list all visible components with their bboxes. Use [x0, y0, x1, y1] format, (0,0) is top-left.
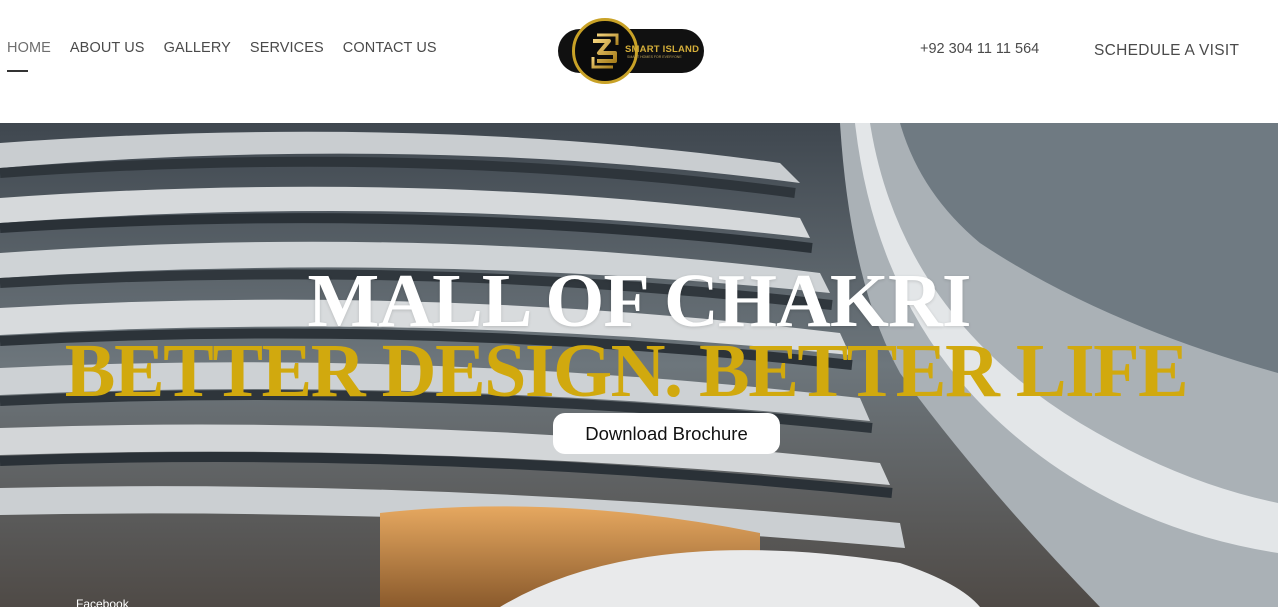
- nav-item-about-us[interactable]: ABOUT US: [70, 40, 145, 56]
- nav-item-home[interactable]: HOME: [7, 40, 51, 72]
- nav-item-contact-us[interactable]: CONTACT US: [343, 40, 437, 56]
- site-header: HOME ABOUT US GALLERY SERVICES CONTACT U…: [0, 0, 1278, 123]
- site-logo[interactable]: SMART ISLAND SMART HOMES FOR EVERYONE: [558, 18, 704, 84]
- logo-name: SMART ISLAND: [625, 44, 700, 55]
- schedule-visit-button[interactable]: SCHEDULE A VISIT: [1094, 42, 1239, 60]
- download-brochure-button[interactable]: Download Brochure: [553, 413, 780, 454]
- main-nav: HOME ABOUT US GALLERY SERVICES CONTACT U…: [7, 40, 456, 72]
- social-link-facebook[interactable]: Facebook: [76, 597, 129, 607]
- phone-number[interactable]: +92 304 11 11 564: [920, 41, 1039, 57]
- nav-item-services[interactable]: SERVICES: [250, 40, 324, 56]
- hero-subtitle: BETTER DESIGN. BETTER LIFE: [64, 329, 1189, 413]
- hero-banner: MALL OF CHAKRI BETTER DESIGN. BETTER LIF…: [0, 123, 1278, 607]
- nav-item-gallery[interactable]: GALLERY: [164, 40, 231, 56]
- hero-title: MALL OF CHAKRI: [307, 259, 972, 343]
- logo-tagline: SMART HOMES FOR EVERYONE: [627, 55, 682, 59]
